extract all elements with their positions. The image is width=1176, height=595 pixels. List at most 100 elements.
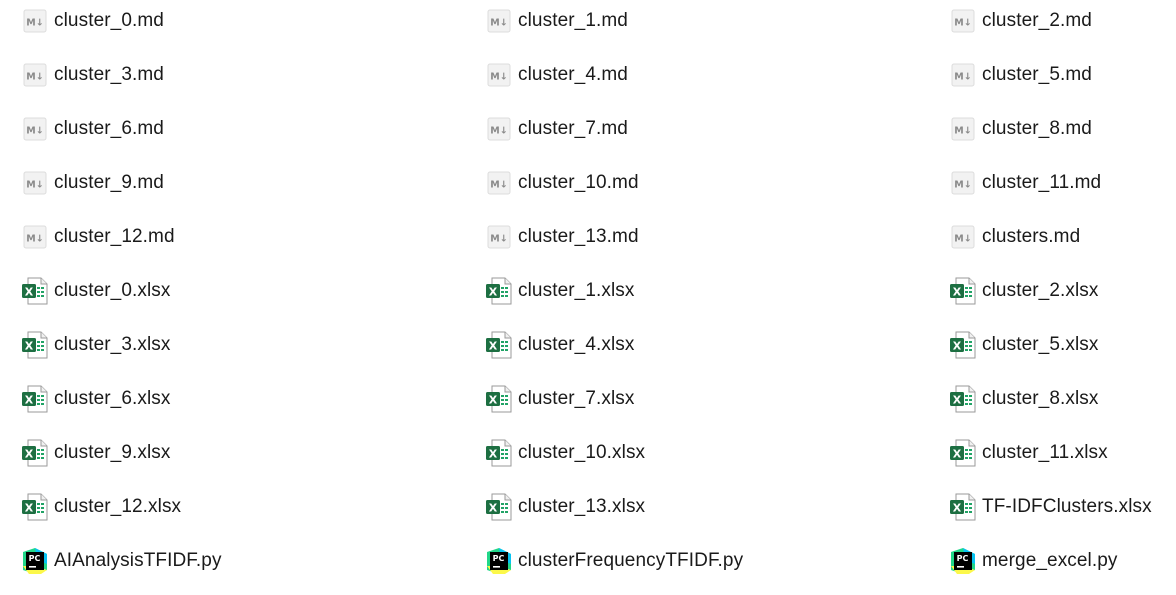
svg-text:M↓: M↓ bbox=[954, 18, 971, 29]
pycharm-file-icon: PC bbox=[21, 546, 49, 576]
file-name: cluster_11.xlsx bbox=[982, 442, 1108, 463]
svg-text:PC: PC bbox=[957, 554, 969, 563]
svg-text:X: X bbox=[489, 340, 498, 353]
svg-text:M↓: M↓ bbox=[26, 234, 43, 245]
file-item[interactable]: M↓ cluster_4.md bbox=[464, 48, 928, 102]
svg-text:M↓: M↓ bbox=[490, 234, 507, 245]
file-name: cluster_3.md bbox=[54, 64, 164, 85]
file-item[interactable]: M↓ cluster_3.md bbox=[0, 48, 464, 102]
file-item[interactable]: X cluster_12.xlsx bbox=[0, 480, 464, 534]
markdown-file-icon: M↓ bbox=[21, 168, 49, 198]
file-item[interactable]: X cluster_5.xlsx bbox=[928, 318, 1176, 372]
excel-file-icon: X bbox=[485, 384, 513, 414]
file-item[interactable]: X cluster_6.xlsx bbox=[0, 372, 464, 426]
markdown-file-icon: M↓ bbox=[949, 60, 977, 90]
file-item[interactable]: X cluster_4.xlsx bbox=[464, 318, 928, 372]
file-item[interactable]: X cluster_11.xlsx bbox=[928, 426, 1176, 480]
file-item[interactable]: X cluster_1.xlsx bbox=[464, 264, 928, 318]
file-name: cluster_1.md bbox=[518, 10, 628, 31]
file-item[interactable]: M↓ cluster_10.md bbox=[464, 156, 928, 210]
svg-text:X: X bbox=[25, 394, 34, 407]
svg-text:X: X bbox=[953, 448, 962, 461]
file-name: cluster_10.md bbox=[518, 172, 639, 193]
file-item[interactable]: M↓ cluster_2.md bbox=[928, 0, 1176, 48]
file-item[interactable]: PC clusterFrequencyTFIDF.py bbox=[464, 534, 928, 588]
markdown-file-icon: M↓ bbox=[949, 168, 977, 198]
excel-file-icon: X bbox=[949, 276, 977, 306]
excel-file-icon: X bbox=[485, 492, 513, 522]
file-item[interactable]: X cluster_8.xlsx bbox=[928, 372, 1176, 426]
file-name: AIAnalysisTFIDF.py bbox=[54, 550, 222, 571]
svg-text:M↓: M↓ bbox=[490, 18, 507, 29]
file-item[interactable]: X cluster_3.xlsx bbox=[0, 318, 464, 372]
svg-text:M↓: M↓ bbox=[26, 180, 43, 191]
file-item[interactable]: M↓ cluster_8.md bbox=[928, 102, 1176, 156]
file-name: clusterFrequencyTFIDF.py bbox=[518, 550, 744, 571]
file-item[interactable]: M↓ cluster_5.md bbox=[928, 48, 1176, 102]
file-name: cluster_0.xlsx bbox=[54, 280, 171, 301]
file-name: cluster_3.xlsx bbox=[54, 334, 171, 355]
file-item[interactable]: M↓ cluster_12.md bbox=[0, 210, 464, 264]
file-item[interactable]: M↓ clusters.md bbox=[928, 210, 1176, 264]
svg-text:M↓: M↓ bbox=[954, 180, 971, 191]
file-item[interactable]: M↓ cluster_7.md bbox=[464, 102, 928, 156]
svg-text:X: X bbox=[25, 286, 34, 299]
file-name: merge_excel.py bbox=[982, 550, 1118, 571]
svg-text:X: X bbox=[953, 340, 962, 353]
file-item[interactable]: M↓ cluster_13.md bbox=[464, 210, 928, 264]
file-name: cluster_5.xlsx bbox=[982, 334, 1099, 355]
file-item[interactable]: PC AIAnalysisTFIDF.py bbox=[0, 534, 464, 588]
svg-text:X: X bbox=[25, 448, 34, 461]
excel-file-icon: X bbox=[21, 276, 49, 306]
file-item[interactable]: X cluster_0.xlsx bbox=[0, 264, 464, 318]
excel-file-icon: X bbox=[949, 492, 977, 522]
svg-text:X: X bbox=[953, 286, 962, 299]
file-name: cluster_5.md bbox=[982, 64, 1092, 85]
file-name: cluster_7.md bbox=[518, 118, 628, 139]
file-item[interactable]: X cluster_9.xlsx bbox=[0, 426, 464, 480]
file-item[interactable]: M↓ cluster_11.md bbox=[928, 156, 1176, 210]
excel-file-icon: X bbox=[949, 438, 977, 468]
markdown-file-icon: M↓ bbox=[21, 60, 49, 90]
file-list: M↓ cluster_0.md M↓ cluster_1.md M↓ clust… bbox=[0, 0, 1176, 589]
file-item[interactable]: PC merge_excel.py bbox=[928, 534, 1176, 588]
markdown-file-icon: M↓ bbox=[21, 222, 49, 252]
svg-text:PC: PC bbox=[493, 554, 505, 563]
file-name: cluster_10.xlsx bbox=[518, 442, 646, 463]
markdown-file-icon: M↓ bbox=[485, 114, 513, 144]
markdown-file-icon: M↓ bbox=[21, 114, 49, 144]
file-name: cluster_13.xlsx bbox=[518, 496, 646, 517]
file-item[interactable]: X cluster_10.xlsx bbox=[464, 426, 928, 480]
markdown-file-icon: M↓ bbox=[485, 6, 513, 36]
file-name: clusters.md bbox=[982, 226, 1081, 247]
file-name: cluster_4.xlsx bbox=[518, 334, 635, 355]
pycharm-file-icon: PC bbox=[485, 546, 513, 576]
excel-file-icon: X bbox=[21, 438, 49, 468]
svg-text:X: X bbox=[953, 502, 962, 515]
file-item[interactable]: M↓ cluster_6.md bbox=[0, 102, 464, 156]
file-item[interactable]: M↓ cluster_9.md bbox=[0, 156, 464, 210]
file-name: cluster_8.xlsx bbox=[982, 388, 1099, 409]
excel-file-icon: X bbox=[949, 384, 977, 414]
excel-file-icon: X bbox=[485, 438, 513, 468]
markdown-file-icon: M↓ bbox=[949, 222, 977, 252]
file-name: cluster_9.md bbox=[54, 172, 164, 193]
file-item[interactable]: M↓ cluster_0.md bbox=[0, 0, 464, 48]
file-item[interactable]: X cluster_13.xlsx bbox=[464, 480, 928, 534]
excel-file-icon: X bbox=[21, 330, 49, 360]
file-name: cluster_4.md bbox=[518, 64, 628, 85]
svg-text:M↓: M↓ bbox=[954, 126, 971, 137]
file-item[interactable]: X cluster_7.xlsx bbox=[464, 372, 928, 426]
markdown-file-icon: M↓ bbox=[485, 222, 513, 252]
file-item[interactable]: X TF-IDFClusters.xlsx bbox=[928, 480, 1176, 534]
markdown-file-icon: M↓ bbox=[21, 6, 49, 36]
file-name: cluster_11.md bbox=[982, 172, 1102, 193]
svg-text:X: X bbox=[25, 502, 34, 515]
file-item[interactable]: X cluster_2.xlsx bbox=[928, 264, 1176, 318]
file-name: cluster_12.xlsx bbox=[54, 496, 182, 517]
excel-file-icon: X bbox=[21, 492, 49, 522]
svg-text:M↓: M↓ bbox=[490, 72, 507, 83]
file-item[interactable]: M↓ cluster_1.md bbox=[464, 0, 928, 48]
file-name: cluster_6.md bbox=[54, 118, 164, 139]
file-name: cluster_7.xlsx bbox=[518, 388, 635, 409]
